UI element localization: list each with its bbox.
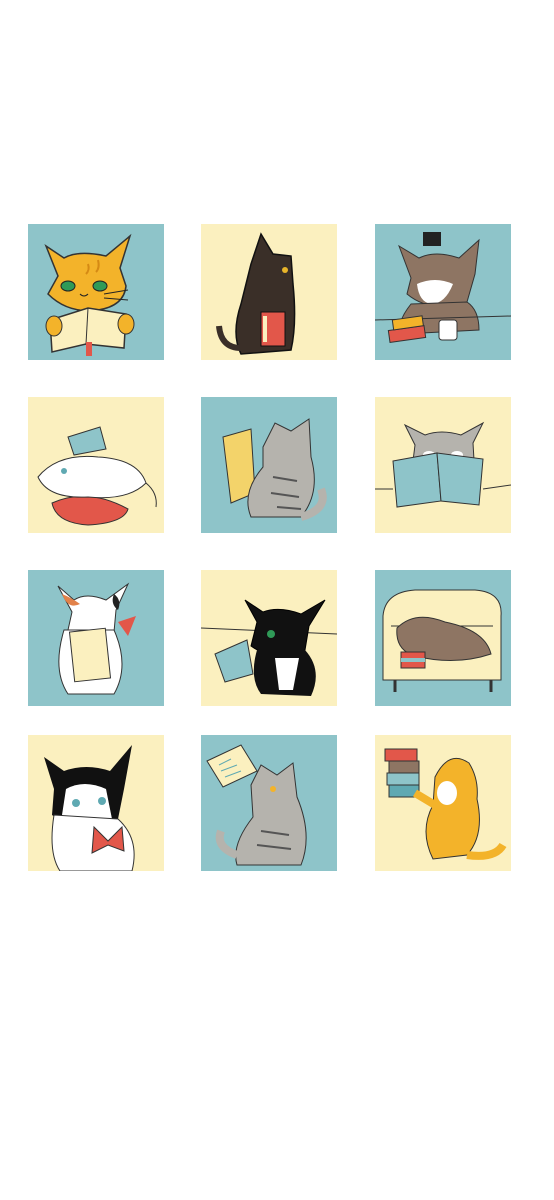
cat-illustration-grid <box>0 0 554 1200</box>
calico-cat-hug-book-illustration <box>28 570 164 706</box>
tile-brown-cat-hat-books <box>375 224 511 360</box>
yellow-cat-book-stack-illustration <box>375 735 511 871</box>
tile-gray-tabby-tossing-paper <box>201 735 337 871</box>
tile-orange-cat-reading <box>28 224 164 360</box>
tuxedo-cat-reading-illustration <box>201 570 337 706</box>
tile-black-cat-red-book <box>201 224 337 360</box>
gray-cat-teal-book-illustration <box>375 397 511 533</box>
white-cat-cushion-illustration <box>28 397 164 533</box>
brown-cat-sofa-illustration <box>375 570 511 706</box>
tile-tuxedo-cat-reading <box>201 570 337 706</box>
tile-white-cat-cushion <box>28 397 164 533</box>
tile-black-white-cat-red-book <box>28 735 164 871</box>
orange-cat-reading-illustration <box>28 224 164 360</box>
gray-tabby-tossing-paper-illustration <box>201 735 337 871</box>
gray-tabby-yellow-book-illustration <box>201 397 337 533</box>
black-cat-red-book-illustration <box>201 224 337 360</box>
tile-brown-cat-sofa <box>375 570 511 706</box>
tile-gray-tabby-yellow-book <box>201 397 337 533</box>
tile-yellow-cat-book-stack <box>375 735 511 871</box>
tile-calico-cat-hug-book <box>28 570 164 706</box>
black-white-cat-red-book-illustration <box>28 735 164 871</box>
brown-cat-hat-books-illustration <box>375 224 511 360</box>
tile-gray-cat-teal-book <box>375 397 511 533</box>
